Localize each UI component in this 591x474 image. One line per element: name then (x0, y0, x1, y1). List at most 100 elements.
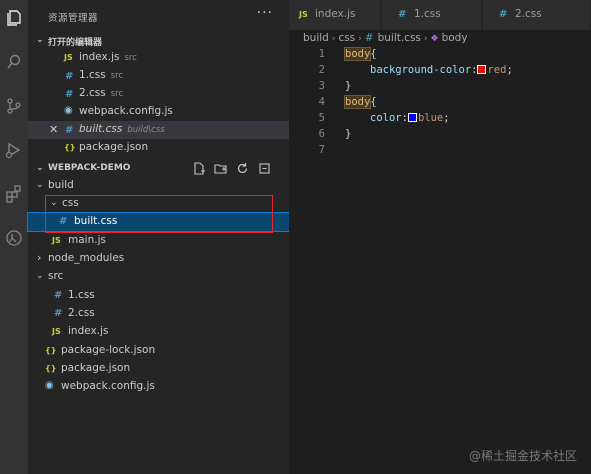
breadcrumb-item[interactable]: body (442, 32, 468, 44)
css-selector: body (343, 47, 372, 61)
new-file-icon[interactable] (191, 161, 205, 175)
open-editor-name: webpack.config.js (79, 105, 173, 117)
file-path: src (124, 53, 137, 63)
collapse-all-icon[interactable] (257, 161, 271, 175)
css-file-icon: # (54, 308, 63, 319)
open-editor-name: index.js src (79, 51, 137, 63)
file-name: main.js (68, 234, 106, 246)
open-editor-name: built.css build\css (79, 123, 165, 135)
json-file-icon: {} (45, 346, 57, 355)
more-actions-icon[interactable]: ··· (257, 5, 273, 21)
css-file-icon: # (65, 125, 74, 136)
semicolon: ; (443, 112, 450, 124)
explorer-title: 资源管理器 (48, 13, 99, 24)
tab-label: 1.css (414, 8, 441, 20)
code-line: body{ (343, 47, 377, 61)
tab-1-css[interactable]: # 1.css (382, 0, 482, 30)
highlight-box (45, 195, 273, 233)
brace: } (345, 80, 352, 92)
tab-label: 2.css (515, 8, 542, 20)
breadcrumb-item[interactable]: built.css (378, 32, 421, 44)
tab-label: index.js (315, 8, 356, 20)
open-editor-name: 1.css src (79, 69, 123, 81)
open-editor-item[interactable]: {} package.json (28, 139, 289, 157)
webpack-icon: ◉ (64, 105, 73, 116)
explorer-icon[interactable] (4, 8, 24, 28)
brace: { (370, 48, 377, 60)
breadcrumb-separator: › (358, 34, 362, 44)
css-selector: body (343, 95, 372, 109)
search-icon[interactable] (4, 52, 24, 72)
tab-index-js[interactable]: JS index.js (289, 0, 381, 30)
extensions-icon[interactable] (4, 184, 24, 204)
open-editor-item[interactable]: ◉ webpack.config.js (28, 103, 289, 121)
tree-file-1-css[interactable]: # 1.css (28, 287, 289, 305)
code-line: body{ (343, 95, 377, 109)
color-swatch[interactable] (477, 65, 487, 74)
semicolon: ; (506, 64, 513, 76)
css-property: background-color (370, 64, 472, 76)
code-line: } (345, 80, 351, 92)
open-editor-item[interactable]: # 2.css src (28, 85, 289, 103)
css-value: red (487, 64, 507, 76)
explorer-toolbar (191, 161, 271, 175)
chevron-down-icon: ⌄ (36, 180, 44, 190)
tree-file-package-lock[interactable]: {} package-lock.json (28, 342, 289, 360)
timeline-icon[interactable] (4, 228, 24, 248)
breadcrumb-item[interactable]: build (303, 32, 329, 44)
file-name: index.js (68, 325, 109, 337)
tree-folder-node-modules[interactable]: › node_modules (28, 250, 289, 268)
close-icon[interactable]: ✕ (49, 123, 58, 136)
open-editor-name: 2.css src (79, 87, 123, 99)
source-control-icon[interactable] (4, 96, 24, 116)
css-file-icon: # (65, 71, 74, 82)
file-name: built.css (79, 123, 123, 135)
open-editors-header[interactable]: ⌄ 打开的编辑器 (28, 33, 289, 49)
file-name: 2.css (79, 87, 106, 99)
js-file-icon: JS (52, 236, 61, 245)
line-number: 3 (318, 80, 325, 92)
open-editor-item[interactable]: # 1.css src (28, 67, 289, 85)
new-folder-icon[interactable] (213, 161, 227, 175)
file-name: webpack.config.js (61, 380, 155, 392)
file-name: package.json (61, 362, 131, 374)
open-editor-item[interactable]: JS index.js src (28, 49, 289, 67)
tree-file-index-js[interactable]: JS index.js (28, 323, 289, 341)
tree-folder-src[interactable]: ⌄ src (28, 268, 289, 286)
file-name: 1.css (68, 289, 95, 301)
tab-2-css[interactable]: # 2.css (483, 0, 591, 30)
watermark: @稀土掘金技术社区 (468, 449, 577, 463)
breadcrumb-item[interactable]: css (338, 32, 355, 44)
webpack-icon: ◉ (45, 380, 54, 391)
file-path: src (110, 71, 124, 81)
json-file-icon: {} (45, 364, 57, 373)
line-number: 1 (318, 48, 325, 60)
tree-file-webpack-config[interactable]: ◉ webpack.config.js (28, 378, 289, 396)
tree-file-package-json[interactable]: {} package.json (28, 360, 289, 378)
js-file-icon: JS (64, 53, 73, 62)
breadcrumb-separator: › (423, 34, 428, 44)
project-label: WEBPACK-DEMO (48, 163, 131, 173)
refresh-icon[interactable] (235, 161, 249, 175)
tree-file-2-css[interactable]: # 2.css (28, 305, 289, 323)
tree-folder-build[interactable]: ⌄ build (28, 177, 289, 195)
file-name: package.json (79, 141, 149, 153)
breadcrumb: build › css › # built.css › ❖ body (303, 32, 468, 44)
color-swatch[interactable] (407, 113, 417, 122)
file-path: src (110, 89, 124, 99)
open-editor-item-active[interactable]: ✕ # built.css build\css (28, 121, 289, 139)
symbol-icon: ❖ (430, 34, 439, 44)
line-number: 4 (318, 96, 325, 108)
tree-file-main-js[interactable]: JS main.js (28, 232, 289, 250)
brace: { (370, 96, 377, 108)
code-line: } (345, 128, 351, 140)
file-name: index.js (79, 51, 120, 63)
css-property: color (370, 112, 402, 124)
explorer-header: 资源管理器 ··· (28, 0, 289, 32)
debug-icon[interactable] (4, 140, 24, 160)
editor-area: JS index.js # 1.css # 2.css build › css › # b… (289, 0, 591, 474)
explorer-sidebar: 资源管理器 ··· ⌄ 打开的编辑器 JS index.js src # 1.cs… (27, 0, 290, 474)
css-file-icon: # (499, 9, 508, 20)
js-file-icon: JS (52, 327, 61, 336)
chevron-down-icon: ⌄ (36, 163, 44, 173)
